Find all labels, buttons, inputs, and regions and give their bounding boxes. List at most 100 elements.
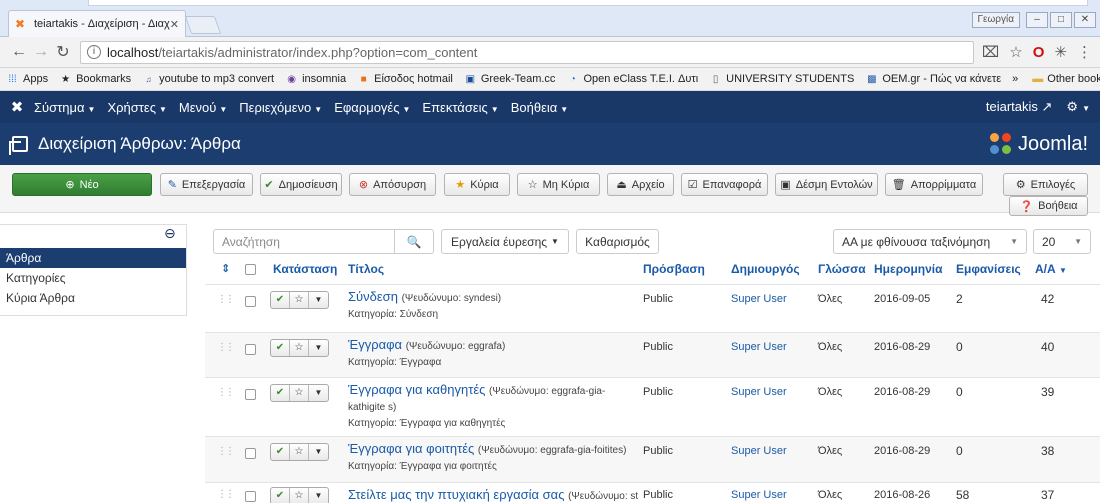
select-all-checkbox[interactable] bbox=[245, 264, 256, 275]
th-language[interactable]: Γλώσσα bbox=[818, 262, 866, 276]
url-field[interactable]: i localhost/teiartakis/administrator/ind… bbox=[80, 40, 974, 64]
actions-caret-icon[interactable]: ▼ bbox=[309, 385, 328, 401]
drag-handle-icon[interactable]: ⋮⋮ bbox=[217, 342, 235, 353]
close-tab-icon[interactable]: ✕ bbox=[170, 18, 179, 31]
article-title-link[interactable]: Έγγραφα για φοιτητές bbox=[348, 441, 474, 456]
author-link[interactable]: Super User bbox=[731, 445, 787, 457]
author-link[interactable]: Super User bbox=[731, 341, 787, 353]
options-button[interactable]: ⚙ Επιλογές bbox=[1003, 173, 1088, 196]
featured-star-icon[interactable]: ☆ bbox=[290, 385, 309, 401]
bookmark-hotmail[interactable]: ■ Είσοδος hotmail bbox=[357, 73, 453, 85]
browser-tab[interactable]: ✖ teiartakis - Διαχείριση - Διαχ ✕ bbox=[8, 10, 186, 37]
search-button[interactable]: 🔍 bbox=[394, 229, 434, 254]
bookmark-apps[interactable]: ⁞⁞⁞ Apps bbox=[6, 73, 48, 85]
actions-caret-icon[interactable]: ▼ bbox=[309, 292, 328, 308]
th-hits[interactable]: Εμφανίσεις bbox=[956, 262, 1021, 276]
reload-icon[interactable]: ↻ bbox=[52, 42, 74, 62]
article-title-link[interactable]: Στείλτε μας την πτυχιακή εργασία σας bbox=[348, 488, 564, 502]
actions-caret-icon[interactable]: ▼ bbox=[309, 340, 328, 356]
bookmark-eclass[interactable]: ◔ Open eClass T.E.I. Δυτι bbox=[566, 73, 698, 85]
back-icon[interactable]: ← bbox=[8, 43, 30, 61]
more-bookmarks-button[interactable]: » bbox=[1012, 73, 1018, 85]
row-checkbox[interactable] bbox=[245, 344, 256, 355]
other-bookmarks[interactable]: Other bookmarks bbox=[1047, 73, 1100, 85]
forward-icon[interactable]: → bbox=[30, 43, 52, 61]
published-check-icon[interactable]: ✔ bbox=[271, 444, 290, 460]
row-checkbox[interactable] bbox=[245, 491, 256, 502]
menu-content[interactable]: Περιεχόμενο ▼ bbox=[239, 100, 322, 115]
bookmark-oem[interactable]: ▩ OEM.gr - Πώς να κάνετε bbox=[865, 73, 1001, 85]
publish-button[interactable]: ✔ Δημοσίευση bbox=[260, 173, 342, 196]
row-checkbox[interactable] bbox=[245, 448, 256, 459]
new-tab-button[interactable] bbox=[184, 16, 222, 34]
article-title-link[interactable]: Σύνδεση bbox=[348, 289, 398, 304]
row-checkbox[interactable] bbox=[245, 296, 256, 307]
ordering-select[interactable]: ΑΑ με φθίνουσα ταξινόμηση ▼ bbox=[833, 229, 1027, 254]
published-check-icon[interactable]: ✔ bbox=[271, 340, 290, 356]
sidebar-item-featured[interactable]: Κύρια Άρθρα bbox=[0, 288, 186, 308]
menu-components[interactable]: Εφαρμογές ▼ bbox=[334, 100, 410, 115]
sort-ordering-icon[interactable]: ⇕ bbox=[221, 262, 230, 275]
th-status[interactable]: Κατάσταση bbox=[273, 262, 337, 276]
menu-help[interactable]: Βοήθεια ▼ bbox=[511, 100, 568, 115]
menu-extensions[interactable]: Επεκτάσεις ▼ bbox=[422, 100, 498, 115]
star-icon[interactable]: ☆ bbox=[1009, 43, 1022, 61]
th-title[interactable]: Τίτλος bbox=[348, 262, 384, 276]
featured-button[interactable]: ★ Κύρια bbox=[444, 173, 510, 196]
bookmark-youtube[interactable]: ♫ youtube to mp3 convert bbox=[142, 73, 274, 85]
new-button[interactable]: ⊕ Νέο bbox=[12, 173, 152, 196]
menu-users[interactable]: Χρήστες ▼ bbox=[107, 100, 166, 115]
th-author[interactable]: Δημιουργός bbox=[731, 262, 800, 276]
site-link[interactable]: teiartakis ↗ bbox=[986, 99, 1053, 115]
sidebar-item-categories[interactable]: Κατηγορίες bbox=[0, 268, 186, 288]
unfeatured-button[interactable]: ☆ Μη Κύρια bbox=[517, 173, 600, 196]
collapse-sidebar-icon[interactable]: ⊖ bbox=[164, 225, 176, 242]
trash-button[interactable]: 🗑 Απορρίμματα bbox=[885, 173, 983, 196]
actions-caret-icon[interactable]: ▼ bbox=[309, 444, 328, 460]
bookmark-bookmarks[interactable]: ★ Bookmarks bbox=[59, 73, 131, 85]
bookmark-insomnia[interactable]: ◉ insomnia bbox=[285, 73, 346, 85]
help-button[interactable]: ❓ Βοήθεια bbox=[1009, 196, 1088, 216]
bookmark-university[interactable]: ▯ UNIVERSITY STUDENTS bbox=[709, 73, 854, 85]
menu-menus[interactable]: Μενού ▼ bbox=[179, 100, 227, 115]
extension-icon[interactable]: ✳ bbox=[1054, 43, 1067, 61]
unpublish-button[interactable]: ⊗ Απόσυρση bbox=[349, 173, 436, 196]
th-date[interactable]: Ημερομηνία bbox=[874, 262, 943, 276]
search-input[interactable]: Αναζήτηση bbox=[213, 229, 395, 254]
edit-button[interactable]: ✎ Επεξεργασία bbox=[160, 173, 253, 196]
author-link[interactable]: Super User bbox=[731, 293, 787, 305]
published-check-icon[interactable]: ✔ bbox=[271, 292, 290, 308]
menu-icon[interactable]: ⋮ bbox=[1077, 43, 1092, 61]
drag-handle-icon[interactable]: ⋮⋮ bbox=[217, 489, 235, 500]
featured-star-icon[interactable]: ☆ bbox=[290, 444, 309, 460]
actions-caret-icon[interactable]: ▼ bbox=[309, 488, 328, 503]
translate-icon[interactable]: ⌧ bbox=[982, 43, 999, 61]
menu-system[interactable]: Σύστημα ▼ bbox=[34, 100, 95, 115]
bookmark-greekteam[interactable]: ▣ Greek-Team.cc bbox=[464, 73, 556, 85]
featured-star-icon[interactable]: ☆ bbox=[290, 292, 309, 308]
featured-star-icon[interactable]: ☆ bbox=[290, 340, 309, 356]
th-id[interactable]: Α/Α ▼ bbox=[1035, 262, 1067, 276]
checkin-button[interactable]: ☑ Επαναφορά bbox=[681, 173, 768, 196]
drag-handle-icon[interactable]: ⋮⋮ bbox=[217, 294, 235, 305]
published-check-icon[interactable]: ✔ bbox=[271, 488, 290, 503]
user-menu[interactable]: ⚙ ▼ bbox=[1066, 99, 1090, 115]
sidebar-item-articles[interactable]: Άρθρα bbox=[0, 248, 186, 268]
opera-extension-icon[interactable]: O bbox=[1033, 44, 1045, 61]
article-title-link[interactable]: Έγγραφα για καθηγητές bbox=[348, 382, 485, 397]
archive-button[interactable]: ⏏ Αρχείο bbox=[607, 173, 674, 196]
profile-button[interactable]: Γεωργία bbox=[971, 12, 1020, 28]
info-icon[interactable]: i bbox=[87, 45, 101, 59]
th-access[interactable]: Πρόσβαση bbox=[643, 262, 705, 276]
article-title-link[interactable]: Έγγραφα bbox=[348, 337, 402, 352]
joomla-logo-icon[interactable]: ✖ bbox=[0, 98, 34, 116]
limit-select[interactable]: 20 ▼ bbox=[1033, 229, 1091, 254]
featured-star-icon[interactable]: ☆ bbox=[290, 488, 309, 503]
drag-handle-icon[interactable]: ⋮⋮ bbox=[217, 446, 235, 457]
author-link[interactable]: Super User bbox=[731, 489, 787, 501]
drag-handle-icon[interactable]: ⋮⋮ bbox=[217, 387, 235, 398]
search-tools-button[interactable]: Εργαλεία έυρεσης ▼ bbox=[441, 229, 569, 254]
close-window-icon[interactable]: ✕ bbox=[1074, 12, 1096, 28]
published-check-icon[interactable]: ✔ bbox=[271, 385, 290, 401]
batch-button[interactable]: ▣ Δέσμη Εντολών bbox=[775, 173, 878, 196]
